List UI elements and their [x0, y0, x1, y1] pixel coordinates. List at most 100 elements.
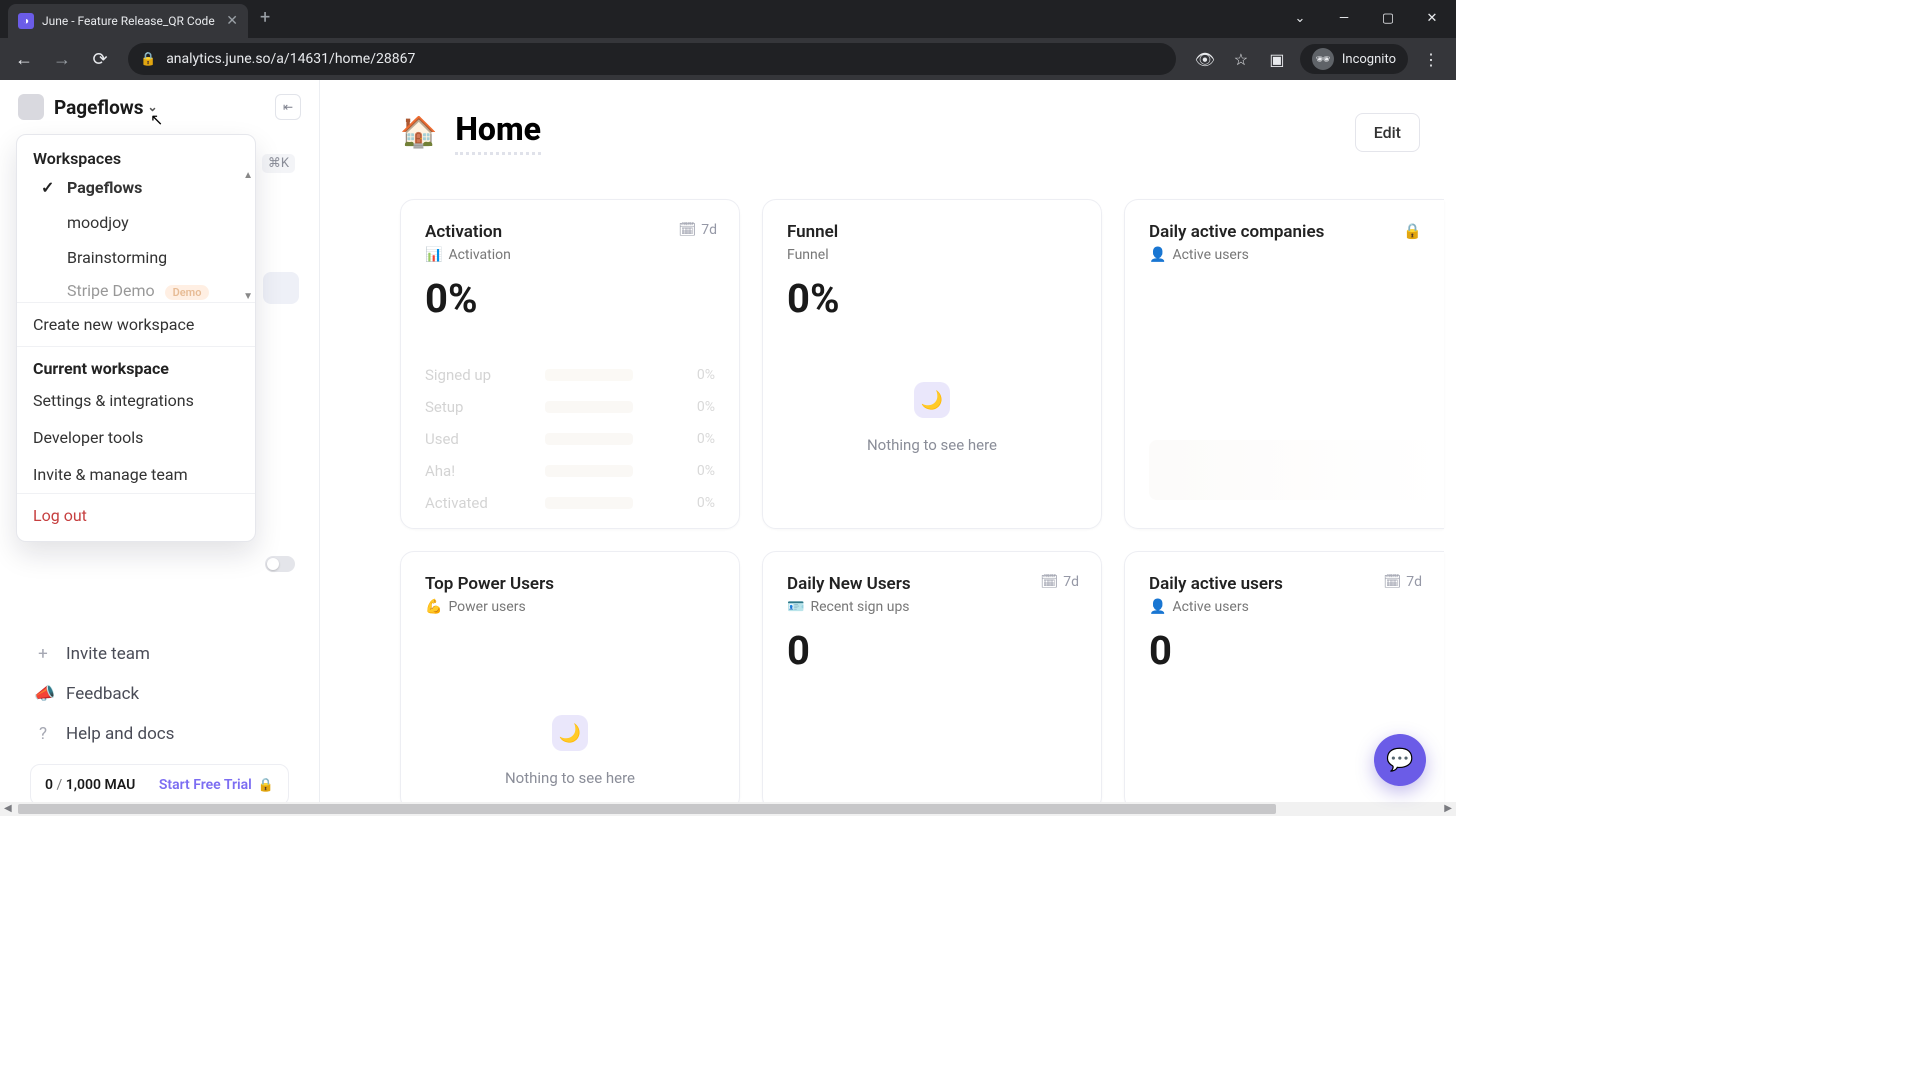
scroll-down-icon[interactable]: ▼	[243, 291, 253, 302]
help-label: Help and docs	[66, 724, 174, 744]
collapse-sidebar-button[interactable]: ⇤	[275, 94, 301, 120]
card-period-value: 7d	[1406, 574, 1422, 590]
back-button[interactable]: ←	[8, 43, 40, 75]
tab-title: June - Feature Release_QR Code	[42, 14, 218, 28]
chat-icon: 💬	[1386, 748, 1413, 773]
workspace-item-moodjoy[interactable]: moodjoy	[17, 205, 255, 240]
card-daily-new[interactable]: Daily New Users 🗓 7d 🪪 Recent sign ups 0	[762, 551, 1102, 811]
minimize-icon[interactable]: —	[1324, 4, 1364, 32]
moon-icon: 🌙	[552, 715, 588, 751]
card-title: Daily New Users	[787, 574, 1077, 594]
chevron-down-icon: ⌄	[148, 100, 158, 114]
card-subtitle: 🪪 Recent sign ups	[787, 599, 1077, 615]
panel-icon[interactable]: ▣	[1260, 43, 1294, 75]
card-activation[interactable]: Activation 🗓 7d 📊 Activation 0% Signed u…	[400, 199, 740, 529]
developer-tools-link[interactable]: Developer tools	[17, 419, 255, 456]
menu-icon[interactable]: ⋮	[1414, 43, 1448, 75]
moon-icon: 🌙	[914, 382, 950, 418]
close-window-icon[interactable]: ✕	[1412, 4, 1452, 32]
star-icon[interactable]: ☆	[1224, 43, 1258, 75]
card-funnel[interactable]: Funnel Funnel 0% 🌙 Nothing to see here	[762, 199, 1102, 529]
favicon: ◑	[18, 13, 34, 29]
new-tab-button[interactable]: +	[248, 7, 282, 28]
empty-text: Nothing to see here	[505, 769, 635, 787]
url-text: analytics.june.so/a/14631/home/28867	[166, 51, 415, 67]
card-title: Daily active users	[1149, 574, 1420, 594]
calendar-icon: 🗓	[678, 222, 696, 238]
dropdown-section-current: Current workspace	[17, 346, 255, 382]
horizontal-scrollbar[interactable]: ◀ ▶	[0, 802, 1456, 816]
close-tab-icon[interactable]: ✕	[226, 13, 238, 29]
start-trial-button[interactable]: Start Free Trial 🔒	[159, 777, 274, 793]
workspace-avatar	[18, 94, 44, 120]
card-title: Daily active companies	[1149, 222, 1420, 242]
incognito-label: Incognito	[1342, 52, 1396, 67]
card-period-value: 7d	[1063, 574, 1079, 590]
activation-row: Used0%	[425, 430, 715, 448]
sidebar-toggle[interactable]	[265, 556, 295, 572]
card-power-users[interactable]: Top Power Users 💪 Power users 🌙 Nothing …	[400, 551, 740, 811]
card-title: Top Power Users	[425, 574, 715, 594]
locked-content-overlay	[1149, 440, 1444, 500]
eye-off-icon[interactable]: 👁	[1188, 43, 1222, 75]
empty-text: Nothing to see here	[867, 436, 997, 454]
incognito-chip[interactable]: 🕶 Incognito	[1300, 44, 1408, 74]
create-workspace-button[interactable]: Create new workspace	[17, 302, 255, 346]
card-value: 0%	[787, 275, 1077, 322]
card-subtitle-text: Active users	[1172, 599, 1248, 615]
demo-badge: Demo	[165, 285, 210, 300]
help-button[interactable]: ? Help and docs	[18, 714, 301, 754]
reload-button[interactable]: ⟳	[84, 43, 116, 75]
lock-icon: 🔒	[1403, 222, 1422, 240]
workspace-list[interactable]: ▲ Pageflows moodjoy Brainstorming Stripe…	[17, 170, 255, 302]
card-title: Activation	[425, 222, 715, 242]
scroll-left-icon[interactable]: ◀	[4, 803, 12, 814]
address-bar[interactable]: 🔒 analytics.june.so/a/14631/home/28867	[128, 43, 1176, 75]
card-daily-companies[interactable]: Daily active companies 🔒 👤 Active users	[1124, 199, 1444, 529]
feedback-button[interactable]: 📣 Feedback	[18, 674, 301, 714]
scrollbar-thumb[interactable]	[18, 804, 1276, 814]
forward-button[interactable]: →	[46, 43, 78, 75]
card-period: 🗓 7d	[1040, 574, 1079, 590]
calendar-icon: 🗓	[1383, 574, 1401, 590]
workspace-item-pageflows[interactable]: Pageflows	[17, 170, 255, 205]
bar-chart-icon: 📊	[425, 247, 442, 263]
settings-link[interactable]: Settings & integrations	[17, 382, 255, 419]
tabs-dropdown-icon[interactable]: ⌄	[1280, 4, 1320, 32]
search-shortcut: ⌘K	[262, 154, 295, 173]
help-icon: ?	[34, 724, 52, 744]
plus-icon: +	[34, 644, 52, 664]
lock-icon: 🔒	[140, 52, 156, 67]
logout-button[interactable]: Log out	[17, 493, 255, 535]
activation-row: Signed up0%	[425, 366, 715, 384]
invite-team-label: Invite team	[66, 644, 150, 664]
card-period: 🗓 7d	[678, 222, 717, 238]
sidebar: Pageflows ⌄ ⇤ ⌘K Workspaces ▲ Pageflows …	[0, 80, 320, 816]
dropdown-section-workspaces: Workspaces	[17, 143, 255, 170]
browser-tab[interactable]: ◑ June - Feature Release_QR Code ✕	[8, 4, 248, 38]
page-title[interactable]: Home	[455, 110, 541, 155]
bust-icon: 👤	[1149, 599, 1166, 615]
home-icon: 🏠	[400, 115, 437, 150]
maximize-icon[interactable]: ▢	[1368, 4, 1408, 32]
activation-steps: Signed up0% Setup0% Used0% Aha!0% Activa…	[425, 366, 715, 512]
card-value: 0	[787, 627, 1077, 674]
card-value: 0	[1149, 627, 1420, 674]
card-title: Funnel	[787, 222, 1077, 242]
workspace-item-stripe-demo[interactable]: Stripe Demo Demo	[17, 275, 255, 300]
invite-team-link[interactable]: Invite & manage team	[17, 456, 255, 493]
workspace-item-brainstorming[interactable]: Brainstorming	[17, 240, 255, 275]
id-icon: 🪪	[787, 599, 804, 615]
chat-fab[interactable]: 💬	[1374, 734, 1426, 786]
card-value: 0%	[425, 275, 715, 322]
flex-icon: 💪	[425, 599, 442, 615]
workspace-name: Pageflows	[54, 96, 144, 119]
card-subtitle: 👤 Active users	[1149, 599, 1420, 615]
workspace-switcher[interactable]: Pageflows ⌄	[54, 96, 158, 119]
card-subtitle: 💪 Power users	[425, 599, 715, 615]
lock-icon: 🔒	[258, 778, 274, 793]
card-period: 🗓 7d	[1383, 574, 1422, 590]
edit-button[interactable]: Edit	[1355, 113, 1420, 152]
scroll-right-icon[interactable]: ▶	[1444, 803, 1452, 814]
invite-team-button[interactable]: + Invite team	[18, 634, 301, 674]
